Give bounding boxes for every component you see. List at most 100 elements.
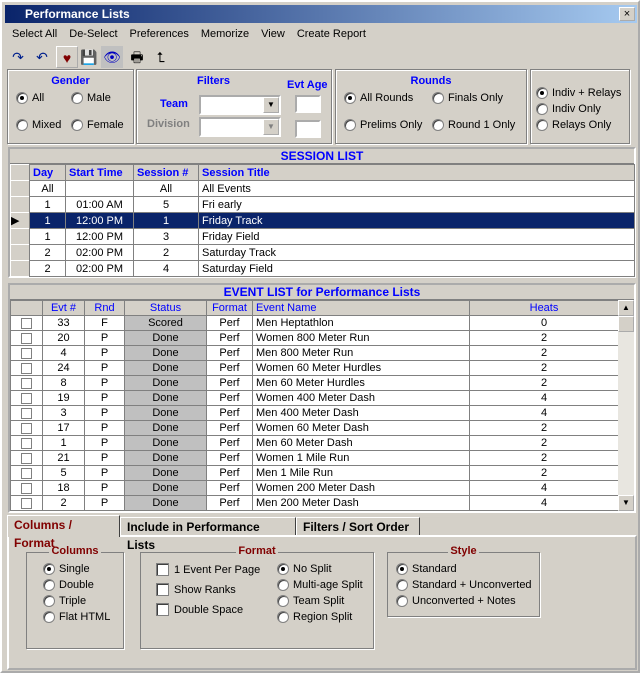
event-row[interactable]: 18 P Done Perf Women 200 Meter Dash 4 — [10, 480, 619, 496]
tab-filters-sort-order[interactable]: Filters / Sort Order — [296, 517, 420, 536]
printer-icon[interactable]: 🖶 — [126, 46, 148, 68]
save-disk-icon[interactable]: 💾 — [78, 46, 100, 68]
radio-prelims-only[interactable]: Prelims Only — [344, 119, 422, 131]
checkbox-icon[interactable] — [21, 422, 32, 434]
event-select-cell[interactable] — [10, 465, 43, 481]
session-row[interactable]: 1 01:00 AM 5 Fri early — [10, 196, 635, 213]
column-header-rnd[interactable]: Rnd — [84, 300, 125, 316]
radio-region-split[interactable]: Region Split — [277, 611, 352, 623]
evt-age-from-input[interactable] — [295, 95, 321, 113]
event-row[interactable]: 8 P Done Perf Men 60 Meter Hurdles 2 — [10, 375, 619, 391]
row-selector[interactable] — [10, 180, 30, 197]
row-selector[interactable]: ▶ — [10, 212, 30, 229]
scroll-up-icon[interactable]: ▲ — [618, 300, 634, 316]
checkbox-icon[interactable] — [21, 362, 32, 374]
radio-icon[interactable] — [277, 563, 289, 575]
event-select-cell[interactable] — [10, 375, 43, 391]
event-row[interactable]: 24 P Done Perf Women 60 Meter Hurdles 2 — [10, 360, 619, 376]
checkbox-icon[interactable] — [21, 437, 32, 449]
row-selector[interactable] — [10, 244, 30, 261]
radio-icon[interactable] — [277, 579, 289, 591]
checkbox-icon[interactable] — [21, 392, 32, 404]
event-select-cell[interactable] — [10, 330, 43, 346]
checkbox-icon[interactable] — [21, 497, 32, 509]
row-selector[interactable] — [10, 228, 30, 245]
checkbox-icon[interactable] — [21, 467, 32, 479]
session-row[interactable]: 2 02:00 PM 2 Saturday Track — [10, 244, 635, 261]
radio-icon[interactable] — [277, 611, 289, 623]
radio-icon[interactable] — [536, 119, 548, 131]
tab-columns-format[interactable]: Columns / Format — [7, 515, 120, 550]
radio-all[interactable]: All — [16, 92, 44, 104]
event-select-cell[interactable] — [10, 360, 43, 376]
radio-triple[interactable]: Triple — [43, 595, 86, 607]
radio-no-split[interactable]: No Split — [277, 563, 332, 575]
radio-icon[interactable] — [396, 595, 408, 607]
menu-select-all[interactable]: Select All — [6, 26, 63, 42]
event-select-cell[interactable] — [10, 480, 43, 496]
scroll-down-icon[interactable]: ▼ — [618, 495, 634, 511]
radio-female[interactable]: Female — [71, 119, 124, 131]
checkbox-1-event-per-page[interactable]: 1 Event Per Page — [156, 563, 260, 576]
radio-icon[interactable] — [277, 595, 289, 607]
close-button[interactable]: × — [619, 7, 635, 21]
event-row[interactable]: 2 P Done Perf Men 200 Meter Dash 4 — [10, 495, 619, 511]
radio-indiv-relays[interactable]: Indiv + Relays — [536, 87, 621, 99]
heart-icon[interactable]: ♥ — [56, 46, 78, 68]
radio-icon[interactable] — [43, 563, 55, 575]
event-row[interactable]: 4 P Done Perf Men 800 Meter Run 2 — [10, 345, 619, 361]
checkbox-icon[interactable] — [156, 563, 169, 576]
radio-icon[interactable] — [396, 563, 408, 575]
chevron-down-icon[interactable]: ▼ — [263, 119, 279, 135]
event-select-cell[interactable] — [10, 435, 43, 451]
radio-relays-only[interactable]: Relays Only — [536, 119, 611, 131]
undo-icon[interactable]: ↶ — [31, 46, 53, 68]
evt-age-to-input[interactable] — [295, 120, 321, 138]
checkbox-icon[interactable] — [21, 377, 32, 389]
radio-all-rounds[interactable]: All Rounds — [344, 92, 413, 104]
checkbox-icon[interactable] — [21, 452, 32, 464]
row-selector[interactable] — [10, 196, 30, 213]
radio-indiv-only[interactable]: Indiv Only — [536, 103, 601, 115]
checkbox-icon[interactable] — [21, 317, 32, 329]
menu-preferences[interactable]: Preferences — [124, 26, 195, 42]
event-select-cell[interactable] — [10, 450, 43, 466]
event-row[interactable]: 5 P Done Perf Men 1 Mile Run 2 — [10, 465, 619, 481]
session-row[interactable]: 2 02:00 PM 4 Saturday Field — [10, 260, 635, 277]
event-row[interactable]: 3 P Done Perf Men 400 Meter Dash 4 — [10, 405, 619, 421]
radio-standard[interactable]: Standard — [396, 563, 457, 575]
radio-icon[interactable] — [71, 92, 83, 104]
radio-icon[interactable] — [432, 92, 444, 104]
division-combo[interactable]: ▼ — [199, 117, 281, 137]
checkbox-icon[interactable] — [21, 407, 32, 419]
event-select-cell[interactable] — [10, 495, 43, 511]
row-selector[interactable] — [10, 260, 30, 277]
radio-icon[interactable] — [344, 92, 356, 104]
column-header-select[interactable] — [10, 300, 43, 316]
folder-up-icon[interactable]: ⮤ — [150, 46, 172, 68]
checkbox-icon[interactable] — [21, 482, 32, 494]
radio-icon[interactable] — [16, 92, 28, 104]
checkbox-icon[interactable] — [21, 332, 32, 344]
column-header-format[interactable]: Format — [206, 300, 253, 316]
radio-icon[interactable] — [43, 595, 55, 607]
radio-finals-only[interactable]: Finals Only — [432, 92, 503, 104]
event-select-cell[interactable] — [10, 405, 43, 421]
menu-memorize[interactable]: Memorize — [195, 26, 255, 42]
column-header-event-name[interactable]: Event Name — [252, 300, 470, 316]
chevron-down-icon[interactable]: ▼ — [263, 97, 279, 113]
column-header-heats[interactable]: Heats — [469, 300, 619, 316]
radio-single[interactable]: Single — [43, 563, 90, 575]
event-row[interactable]: 33 F Scored Perf Men Heptathlon 0 — [10, 315, 619, 331]
radio-unconverted-notes[interactable]: Unconverted + Notes — [396, 595, 516, 607]
radio-team-split[interactable]: Team Split — [277, 595, 344, 607]
column-header-day[interactable]: Day — [29, 164, 66, 181]
session-row[interactable]: 1 12:00 PM 3 Friday Field — [10, 228, 635, 245]
radio-mixed[interactable]: Mixed — [16, 119, 61, 131]
column-header-start-time[interactable]: Start Time — [65, 164, 134, 181]
column-header-evt[interactable]: Evt # — [42, 300, 85, 316]
team-combo[interactable]: ▼ — [199, 95, 281, 115]
menu-de-select[interactable]: De-Select — [63, 26, 123, 42]
scroll-thumb[interactable] — [618, 316, 634, 332]
radio-round-1-only[interactable]: Round 1 Only — [432, 119, 515, 131]
